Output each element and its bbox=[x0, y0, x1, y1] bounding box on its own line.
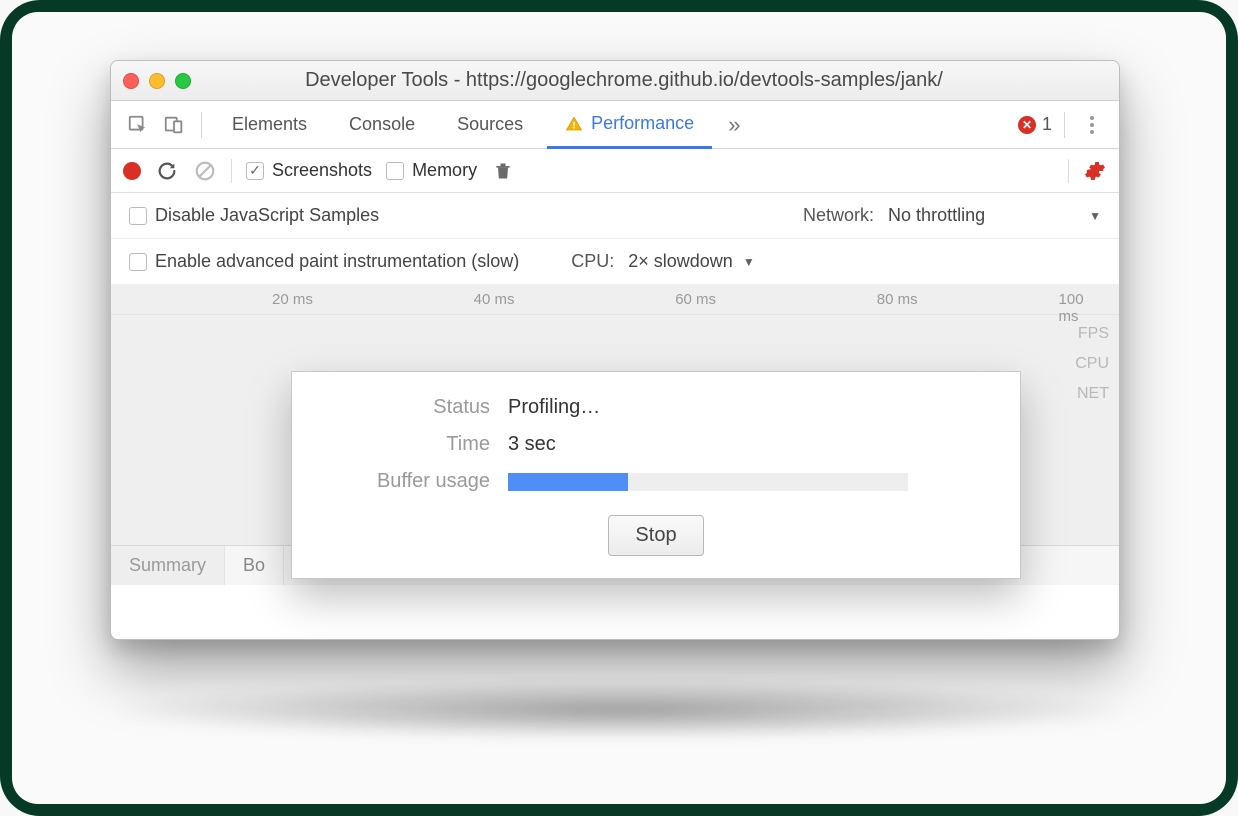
buffer-usage-fill bbox=[508, 473, 628, 491]
warning-icon bbox=[565, 115, 583, 133]
settings-row-js-samples: Disable JavaScript Samples Network: No t… bbox=[111, 193, 1119, 239]
tab-sources[interactable]: Sources bbox=[439, 101, 541, 148]
ruler-tick: 40 ms bbox=[474, 291, 515, 308]
checkbox-icon bbox=[246, 162, 264, 180]
cpu-throttling-label: CPU: bbox=[571, 251, 614, 272]
clear-icon[interactable] bbox=[193, 159, 217, 183]
reload-icon[interactable] bbox=[155, 159, 179, 183]
close-window-icon[interactable] bbox=[123, 73, 139, 89]
memory-checkbox[interactable]: Memory bbox=[386, 160, 477, 181]
inspect-element-icon[interactable] bbox=[123, 110, 153, 140]
buffer-usage-bar bbox=[508, 473, 908, 491]
tab-console[interactable]: Console bbox=[331, 101, 433, 148]
performance-toolbar: Screenshots Memory bbox=[111, 149, 1119, 193]
tab-performance[interactable]: Performance bbox=[547, 102, 712, 149]
buffer-label: Buffer usage bbox=[320, 470, 490, 493]
status-value: Profiling… bbox=[508, 396, 992, 419]
chevron-down-icon: ▼ bbox=[743, 255, 755, 269]
more-menu-icon[interactable] bbox=[1077, 115, 1107, 135]
tab-elements[interactable]: Elements bbox=[214, 101, 325, 148]
error-icon: ✕ bbox=[1018, 116, 1036, 134]
checkbox-icon bbox=[129, 253, 147, 271]
ruler-tick: 80 ms bbox=[877, 291, 918, 308]
settings-row-paint: Enable advanced paint instrumentation (s… bbox=[111, 239, 1119, 285]
gear-icon[interactable] bbox=[1083, 159, 1107, 183]
panel-tabs: Elements Console Sources Performance » ✕… bbox=[111, 101, 1119, 149]
device-toolbar-icon[interactable] bbox=[159, 110, 189, 140]
tabs-overflow[interactable]: » bbox=[718, 101, 750, 148]
trash-icon[interactable] bbox=[491, 159, 515, 183]
timeline-ruler[interactable]: 20 ms 40 ms 60 ms 80 ms 100 ms bbox=[111, 285, 1119, 315]
enable-paint-checkbox[interactable]: Enable advanced paint instrumentation (s… bbox=[129, 251, 519, 272]
stop-button[interactable]: Stop bbox=[608, 515, 703, 556]
checkbox-icon bbox=[386, 162, 404, 180]
window-title: Developer Tools - https://googlechrome.g… bbox=[201, 69, 1107, 92]
checkbox-icon bbox=[129, 207, 147, 225]
disable-js-samples-checkbox[interactable]: Disable JavaScript Samples bbox=[129, 205, 379, 226]
record-button[interactable] bbox=[123, 162, 141, 180]
chevron-down-icon[interactable]: ▼ bbox=[1089, 209, 1101, 223]
traffic-lights bbox=[123, 73, 191, 89]
ruler-tick: 20 ms bbox=[272, 291, 313, 308]
network-throttling-label: Network: bbox=[803, 205, 874, 226]
zoom-window-icon[interactable] bbox=[175, 73, 191, 89]
titlebar: Developer Tools - https://googlechrome.g… bbox=[111, 61, 1119, 101]
devtools-window: Developer Tools - https://googlechrome.g… bbox=[110, 60, 1120, 640]
tab-summary[interactable]: Summary bbox=[111, 546, 225, 585]
timeline-lane-labels: FPS CPU NET bbox=[1075, 319, 1109, 409]
cpu-throttling-dropdown[interactable]: 2× slowdown ▼ bbox=[628, 251, 754, 272]
time-label: Time bbox=[320, 433, 490, 456]
screenshots-checkbox[interactable]: Screenshots bbox=[246, 160, 372, 181]
profiling-dialog: Status Profiling… Time 3 sec Buffer usag… bbox=[291, 371, 1021, 579]
network-throttling-dropdown[interactable]: No throttling bbox=[888, 205, 985, 226]
time-value: 3 sec bbox=[508, 433, 992, 456]
error-count-badge[interactable]: ✕ 1 bbox=[1018, 114, 1052, 135]
tab-bottom-up[interactable]: Bo bbox=[225, 546, 284, 585]
status-label: Status bbox=[320, 396, 490, 419]
minimize-window-icon[interactable] bbox=[149, 73, 165, 89]
ruler-tick: 60 ms bbox=[675, 291, 716, 308]
